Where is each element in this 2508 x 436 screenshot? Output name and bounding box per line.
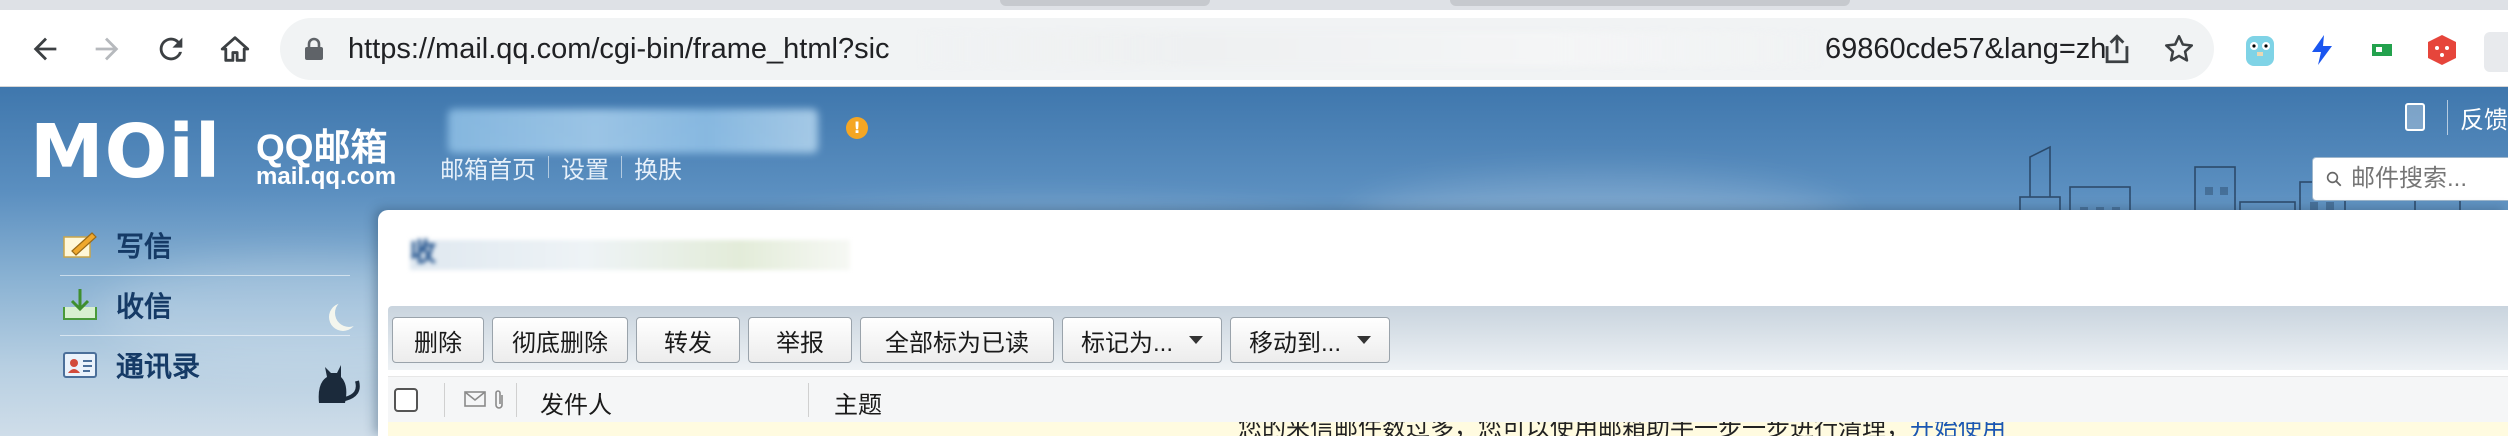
cleanup-notice-link[interactable]: 开始使用 [1910, 422, 2006, 436]
column-separator [444, 383, 445, 417]
chevron-down-icon [1357, 336, 1371, 344]
gopher-extension-icon [2246, 36, 2274, 66]
forward-mail-button[interactable]: 转发 [636, 317, 740, 363]
link-mail-home[interactable]: 邮箱首页 [440, 150, 536, 185]
select-all-checkbox[interactable] [394, 388, 418, 412]
feedback-link[interactable]: 反馈 [2447, 99, 2508, 135]
forward-icon [95, 37, 119, 61]
url-text-start: https://mail.qq.com/cgi-bin/frame_html?s… [348, 33, 890, 65]
nav-contacts-label: 通讯录 [116, 351, 201, 382]
bookmark-star-icon [2164, 34, 2194, 62]
reload-button[interactable] [146, 24, 196, 74]
mark-all-read-button-label: 全部标为已读 [885, 329, 1029, 357]
top-right-tools: 反馈 [2405, 97, 2508, 137]
attachment-clip-icon[interactable] [492, 389, 506, 411]
nav-compose-label: 写信 [116, 231, 173, 262]
back-button[interactable] [20, 24, 70, 74]
column-separator [808, 383, 809, 417]
mail-action-toolbar: 删除 彻底删除 转发 举报 全部标为已读 标记为... 移动到... [388, 306, 2508, 370]
chevron-down-icon [1189, 336, 1203, 344]
search-icon [2326, 171, 2342, 187]
mail-search-box[interactable] [2312, 157, 2508, 201]
address-bar[interactable]: https://mail.qq.com/cgi-bin/frame_html?s… [280, 18, 2214, 80]
alert-icon[interactable]: ! [846, 117, 868, 139]
back-icon [33, 37, 57, 61]
cleanup-notice-text: 您的来信邮件数过多，您可以使用邮箱助手一步一步进行清理， [1238, 422, 1910, 436]
dice-extension-button[interactable] [2424, 32, 2460, 68]
report-button-label: 举报 [776, 329, 824, 357]
reload-icon [159, 37, 183, 61]
subject-column-header[interactable]: 主题 [834, 385, 882, 420]
url-text-end: 69860cde57&lang=zh [1825, 33, 2107, 65]
link-separator [621, 156, 622, 178]
home-icon [220, 36, 250, 62]
delete-button-label: 删除 [414, 329, 462, 357]
nav-divider [60, 335, 350, 336]
forward-button[interactable] [82, 24, 132, 74]
mail-search-input[interactable] [2349, 164, 2508, 194]
cleanup-notice: 您的来信邮件数过多，您可以使用邮箱助手一步一步进行清理，开始使用 [388, 422, 2508, 436]
lock-icon [305, 37, 323, 60]
report-button[interactable]: 举报 [748, 317, 852, 363]
inbox-download-icon [63, 289, 97, 320]
mark-as-dropdown-label: 标记为... [1080, 329, 1173, 357]
column-separator [516, 383, 517, 417]
folder-title-fragment: 收 [410, 238, 437, 268]
flag-extension-button[interactable] [2364, 32, 2400, 68]
lightning-extension-button[interactable] [2304, 32, 2340, 68]
folder-title-blurred: 收 [410, 238, 850, 270]
compose-icon [63, 232, 97, 258]
mobile-phone-icon[interactable] [2405, 103, 2425, 131]
tab-hint[interactable] [1450, 0, 1850, 6]
contacts-card-icon [63, 352, 97, 378]
redacted-url-segment [920, 32, 1820, 66]
gopher-extension-button[interactable] [2242, 32, 2278, 68]
browser-tab-strip [0, 0, 2508, 10]
permanent-delete-button-label: 彻底删除 [512, 329, 608, 357]
moon-decoration [335, 299, 363, 327]
mail-main-panel: 收 删除 彻底删除 转发 举报 全部标为已读 标记为... 移动到... 发件人… [378, 210, 2508, 436]
move-to-dropdown-label: 移动到... [1248, 329, 1341, 357]
nav-inbox-label: 收信 [116, 291, 173, 322]
flag-extension-icon [2372, 44, 2392, 56]
lightning-extension-icon [2312, 35, 2332, 65]
mark-all-read-button[interactable]: 全部标为已读 [860, 317, 1054, 363]
mark-as-dropdown[interactable]: 标记为... [1062, 317, 1222, 363]
link-settings[interactable]: 设置 [561, 150, 609, 185]
share-icon [2105, 34, 2129, 64]
move-to-dropdown[interactable]: 移动到... [1230, 317, 1390, 363]
nav-inbox[interactable]: 收信 [56, 277, 356, 333]
forward-mail-button-label: 转发 [664, 329, 712, 357]
home-button[interactable] [210, 24, 260, 74]
cat-silhouette-decoration [318, 365, 360, 403]
bookmark-button[interactable] [2154, 24, 2204, 74]
browser-toolbar: https://mail.qq.com/cgi-bin/frame_html?s… [0, 10, 2508, 87]
nav-divider [60, 275, 350, 276]
logo-wordmark: MOil [30, 109, 222, 195]
profile-avatar-partial[interactable] [2484, 32, 2508, 72]
permanent-delete-button[interactable]: 彻底删除 [492, 317, 628, 363]
mail-list-header: 发件人 主题 [388, 376, 2508, 424]
brand-name-en: mail.qq.com [256, 163, 397, 190]
link-separator [548, 156, 549, 178]
tab-hint[interactable] [1000, 0, 1210, 6]
header-links: 邮箱首页 设置 换肤 [440, 147, 682, 187]
dice-extension-icon [2428, 35, 2456, 65]
share-button[interactable] [2092, 24, 2142, 74]
link-change-skin[interactable]: 换肤 [634, 150, 682, 185]
delete-button[interactable]: 删除 [392, 317, 484, 363]
nav-compose[interactable]: 写信 [56, 217, 356, 273]
sender-column-header[interactable]: 发件人 [540, 385, 612, 420]
envelope-icon[interactable] [464, 391, 486, 407]
cleanup-notice-text-wrap: 您的来信邮件数过多，您可以使用邮箱助手一步一步进行清理，开始使用 [1238, 422, 2006, 436]
